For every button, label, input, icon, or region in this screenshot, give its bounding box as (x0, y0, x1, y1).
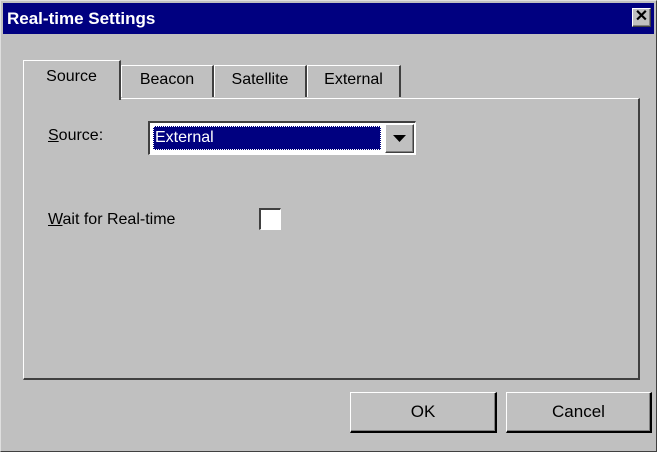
tab-satellite[interactable]: Satellite (214, 65, 307, 97)
title-bar: Real-time Settings ✕ (3, 3, 654, 34)
source-select-value: External (153, 126, 381, 150)
tab-beacon[interactable]: Beacon (121, 65, 214, 97)
tab-beacon-label: Beacon (139, 71, 195, 88)
tab-source[interactable]: Source (23, 60, 121, 100)
wait-for-real-time-checkbox[interactable] (259, 208, 281, 230)
close-button[interactable]: ✕ (632, 8, 651, 27)
wait-for-real-time-label: Wait for Real-time (48, 211, 175, 229)
source-select[interactable]: External (148, 121, 416, 155)
source-label-mnemonic: S (48, 127, 59, 144)
wait-label-rest: ait for Real-time (62, 211, 176, 228)
tab-external-label: External (324, 71, 383, 88)
wait-label-mnemonic: W (48, 211, 63, 228)
cancel-button[interactable]: Cancel (506, 392, 652, 433)
chevron-down-icon (393, 135, 406, 142)
tab-source-label: Source (46, 68, 97, 85)
real-time-settings-dialog: Real-time Settings ✕ Source Beacon Satel… (0, 0, 657, 452)
source-dropdown-button[interactable] (385, 124, 414, 153)
source-label-rest: ource: (58, 127, 104, 144)
tab-satellite-label: Satellite (231, 71, 289, 88)
source-label: Source: (48, 127, 103, 145)
tab-external[interactable]: External (307, 65, 401, 97)
window-title: Real-time Settings (7, 9, 156, 28)
ok-button[interactable]: OK (350, 392, 497, 433)
close-icon: ✕ (634, 8, 649, 25)
